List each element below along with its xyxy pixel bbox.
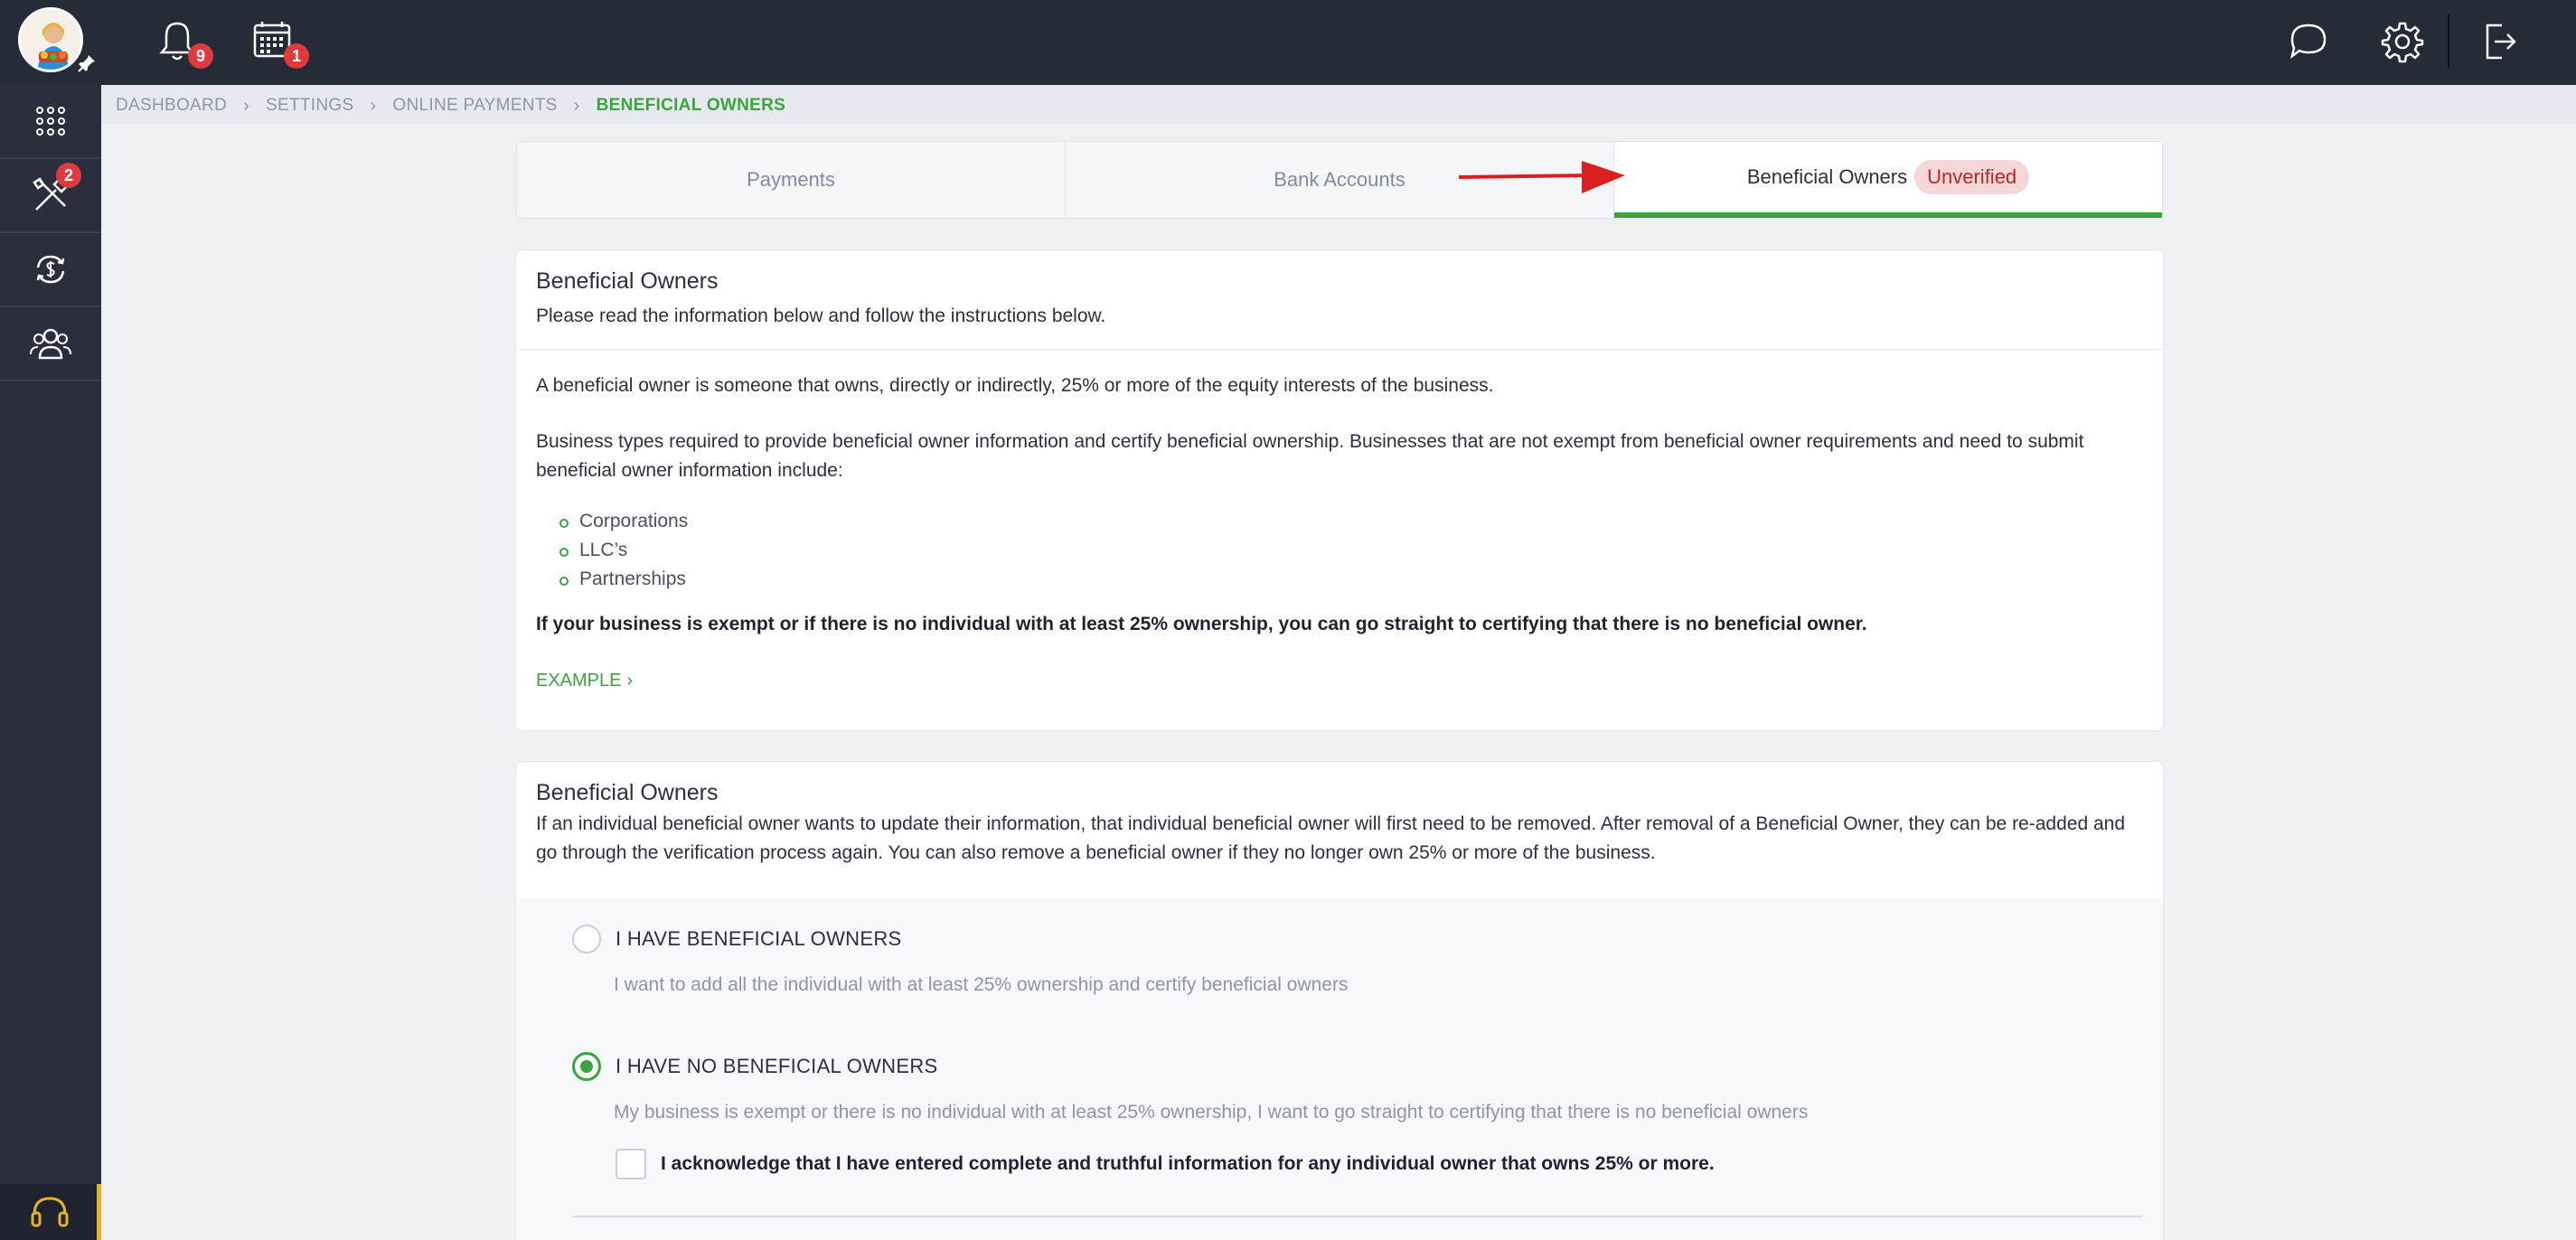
example-link[interactable]: EXAMPLE ›	[536, 666, 633, 695]
avatar-illustration	[21, 10, 80, 70]
chevron-right-icon: ›	[243, 95, 250, 116]
topbar-divider	[2448, 14, 2449, 69]
have-owners-description: I want to add all the individual with at…	[614, 974, 1349, 995]
pin-icon[interactable]	[76, 52, 98, 74]
sidebar-item-apps[interactable]	[0, 85, 101, 157]
acknowledge-label: I acknowledge that I have entered comple…	[661, 1153, 1715, 1174]
tab-bar: Payments Bank Accounts Beneficial Owners…	[516, 141, 2163, 219]
chevron-right-icon: ›	[573, 95, 580, 116]
business-types-list: Corporations LLC’s Partnerships	[559, 507, 2143, 594]
user-avatar[interactable]	[18, 7, 83, 72]
breadcrumb-dashboard[interactable]: DASHBOARD	[116, 96, 227, 116]
chevron-right-icon: ›	[370, 95, 377, 116]
owners-card-header: Beneficial Owners If an individual benef…	[516, 762, 2163, 886]
sidebar: 2	[0, 85, 101, 1240]
no-owners-option[interactable]: I HAVE NO BENEFICIAL OWNERS	[572, 1052, 938, 1081]
info-card-title: Beneficial Owners	[536, 268, 719, 294]
calendar-button[interactable]: 1	[248, 16, 309, 69]
notifications-button[interactable]: 9	[152, 16, 213, 69]
list-item: Corporations	[559, 507, 2143, 536]
have-owners-label: I HAVE BENEFICIAL OWNERS	[616, 927, 902, 950]
logout-icon	[2486, 23, 2516, 60]
top-bar: 9 1	[0, 0, 2576, 85]
no-owners-description: My business is exempt or there is no ind…	[614, 1102, 1809, 1123]
settings-button[interactable]	[2377, 16, 2428, 67]
definition-paragraph: A beneficial owner is someone that owns,…	[536, 375, 1494, 396]
headset-icon	[31, 1197, 69, 1227]
tools-badge: 2	[56, 163, 81, 188]
sidebar-divider	[0, 380, 101, 381]
no-owners-radio[interactable]	[572, 1052, 601, 1081]
acknowledge-row[interactable]: I acknowledge that I have entered comple…	[616, 1149, 1715, 1179]
info-card-body: A beneficial owner is someone that owns,…	[516, 350, 2163, 717]
breadcrumb-settings[interactable]: SETTINGS	[266, 96, 353, 116]
sidebar-item-tools[interactable]: 2	[0, 159, 101, 231]
owners-card-title: Beneficial Owners	[536, 780, 719, 805]
chevron-right-icon: ›	[626, 671, 634, 690]
support-button[interactable]	[0, 1184, 101, 1240]
calendar-badge: 1	[284, 43, 309, 69]
have-owners-option[interactable]: I HAVE BENEFICIAL OWNERS	[572, 925, 901, 953]
exempt-note: If your business is exempt or if there i…	[536, 614, 1867, 634]
ownership-options: I HAVE BENEFICIAL OWNERS I want to add a…	[516, 897, 2163, 1240]
tab-payments-label: Payments	[747, 168, 835, 191]
list-item: LLC’s	[559, 536, 2143, 565]
chat-icon	[2290, 23, 2327, 60]
tab-payments[interactable]: Payments	[517, 142, 1066, 218]
users-icon	[30, 328, 71, 360]
info-card-header: Beneficial Owners Please read the inform…	[516, 250, 2163, 350]
notifications-badge: 9	[188, 43, 213, 69]
business-types-paragraph: Business types required to provide benef…	[536, 431, 2084, 481]
breadcrumb-beneficial-owners: BENEFICIAL OWNERS	[596, 96, 786, 115]
options-divider	[572, 1216, 2141, 1217]
logout-button[interactable]	[2475, 16, 2525, 67]
acknowledge-checkbox[interactable]	[616, 1149, 646, 1179]
sidebar-item-payments[interactable]	[0, 233, 101, 305]
gear-icon	[2381, 22, 2424, 63]
tab-beneficial-owners[interactable]: Beneficial Owners Unverified	[1614, 142, 2162, 218]
tab-beneficial-owners-label: Beneficial Owners	[1746, 165, 1908, 188]
breadcrumb: DASHBOARD › SETTINGS › ONLINE PAYMENTS ›…	[116, 94, 785, 117]
sidebar-item-users[interactable]	[0, 307, 101, 380]
red-arrow-annotation	[1458, 161, 1625, 193]
status-badge: Unverified	[1914, 160, 2030, 194]
list-item: Partnerships	[559, 565, 2143, 594]
no-owners-label: I HAVE NO BENEFICIAL OWNERS	[616, 1055, 938, 1077]
owners-card-subtitle: If an individual beneficial owner wants …	[536, 813, 2126, 863]
have-owners-radio[interactable]	[572, 925, 601, 953]
example-link-label: EXAMPLE	[536, 671, 622, 690]
chat-button[interactable]	[2283, 16, 2334, 67]
tab-bank-accounts-label: Bank Accounts	[1274, 168, 1406, 191]
info-card: Beneficial Owners Please read the inform…	[515, 249, 2164, 731]
breadcrumb-online-payments[interactable]: ONLINE PAYMENTS	[392, 96, 557, 116]
info-card-subtitle: Please read the information below and fo…	[536, 305, 1106, 326]
apps-grid-icon	[36, 107, 65, 136]
currency-exchange-icon	[36, 255, 65, 284]
